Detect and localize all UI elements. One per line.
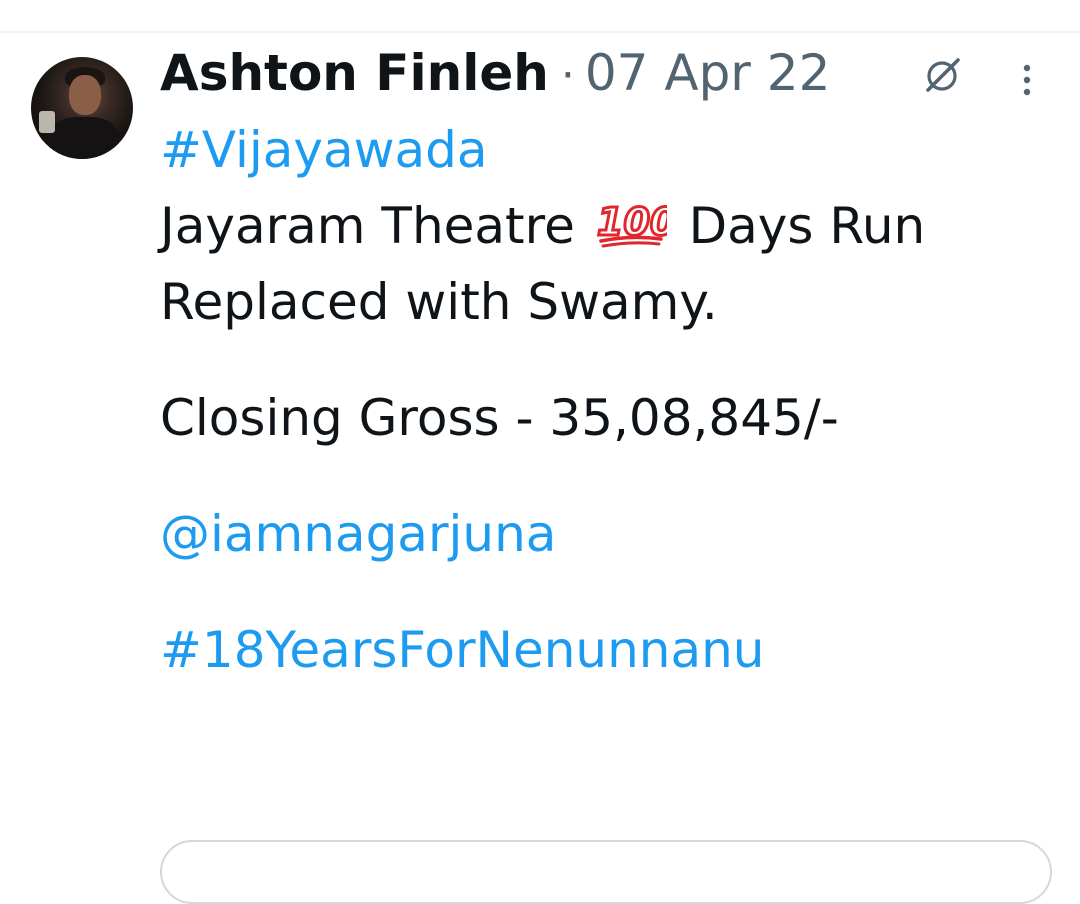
text-line: Replaced with Swamy. — [160, 273, 718, 331]
text-segment: Days Run — [672, 197, 926, 255]
avatar[interactable] — [31, 57, 133, 159]
tweet-text: #Vijayawada Jayaram Theatre 100 Days Run… — [160, 112, 1060, 688]
tweet-date[interactable]: 07 Apr 22 — [585, 44, 831, 102]
text-line: Jayaram Theatre 100 Days Run — [160, 188, 1060, 264]
media-card[interactable] — [160, 840, 1052, 904]
tweet-header: Ashton Finleh · 07 Apr 22 — [160, 44, 830, 108]
hashtag-link[interactable]: #18YearsForNenunnanu — [160, 612, 1060, 688]
more-vertical-icon[interactable] — [1011, 58, 1043, 102]
text-line: Closing Gross - 35,08,845/- — [160, 389, 839, 447]
hashtag-link[interactable]: #Vijayawada — [160, 112, 1060, 188]
separator-dot: · — [560, 50, 575, 101]
mention-link[interactable]: @iamnagarjuna — [160, 496, 1060, 572]
previous-tweet-actions-peek — [890, 0, 1010, 8]
top-divider — [0, 31, 1080, 33]
display-name[interactable]: Ashton Finleh — [160, 44, 549, 102]
hundred-points-emoji: 100 — [595, 199, 667, 248]
grok-slash-circle-icon[interactable] — [922, 56, 962, 96]
text-segment: Jayaram Theatre — [160, 197, 591, 255]
